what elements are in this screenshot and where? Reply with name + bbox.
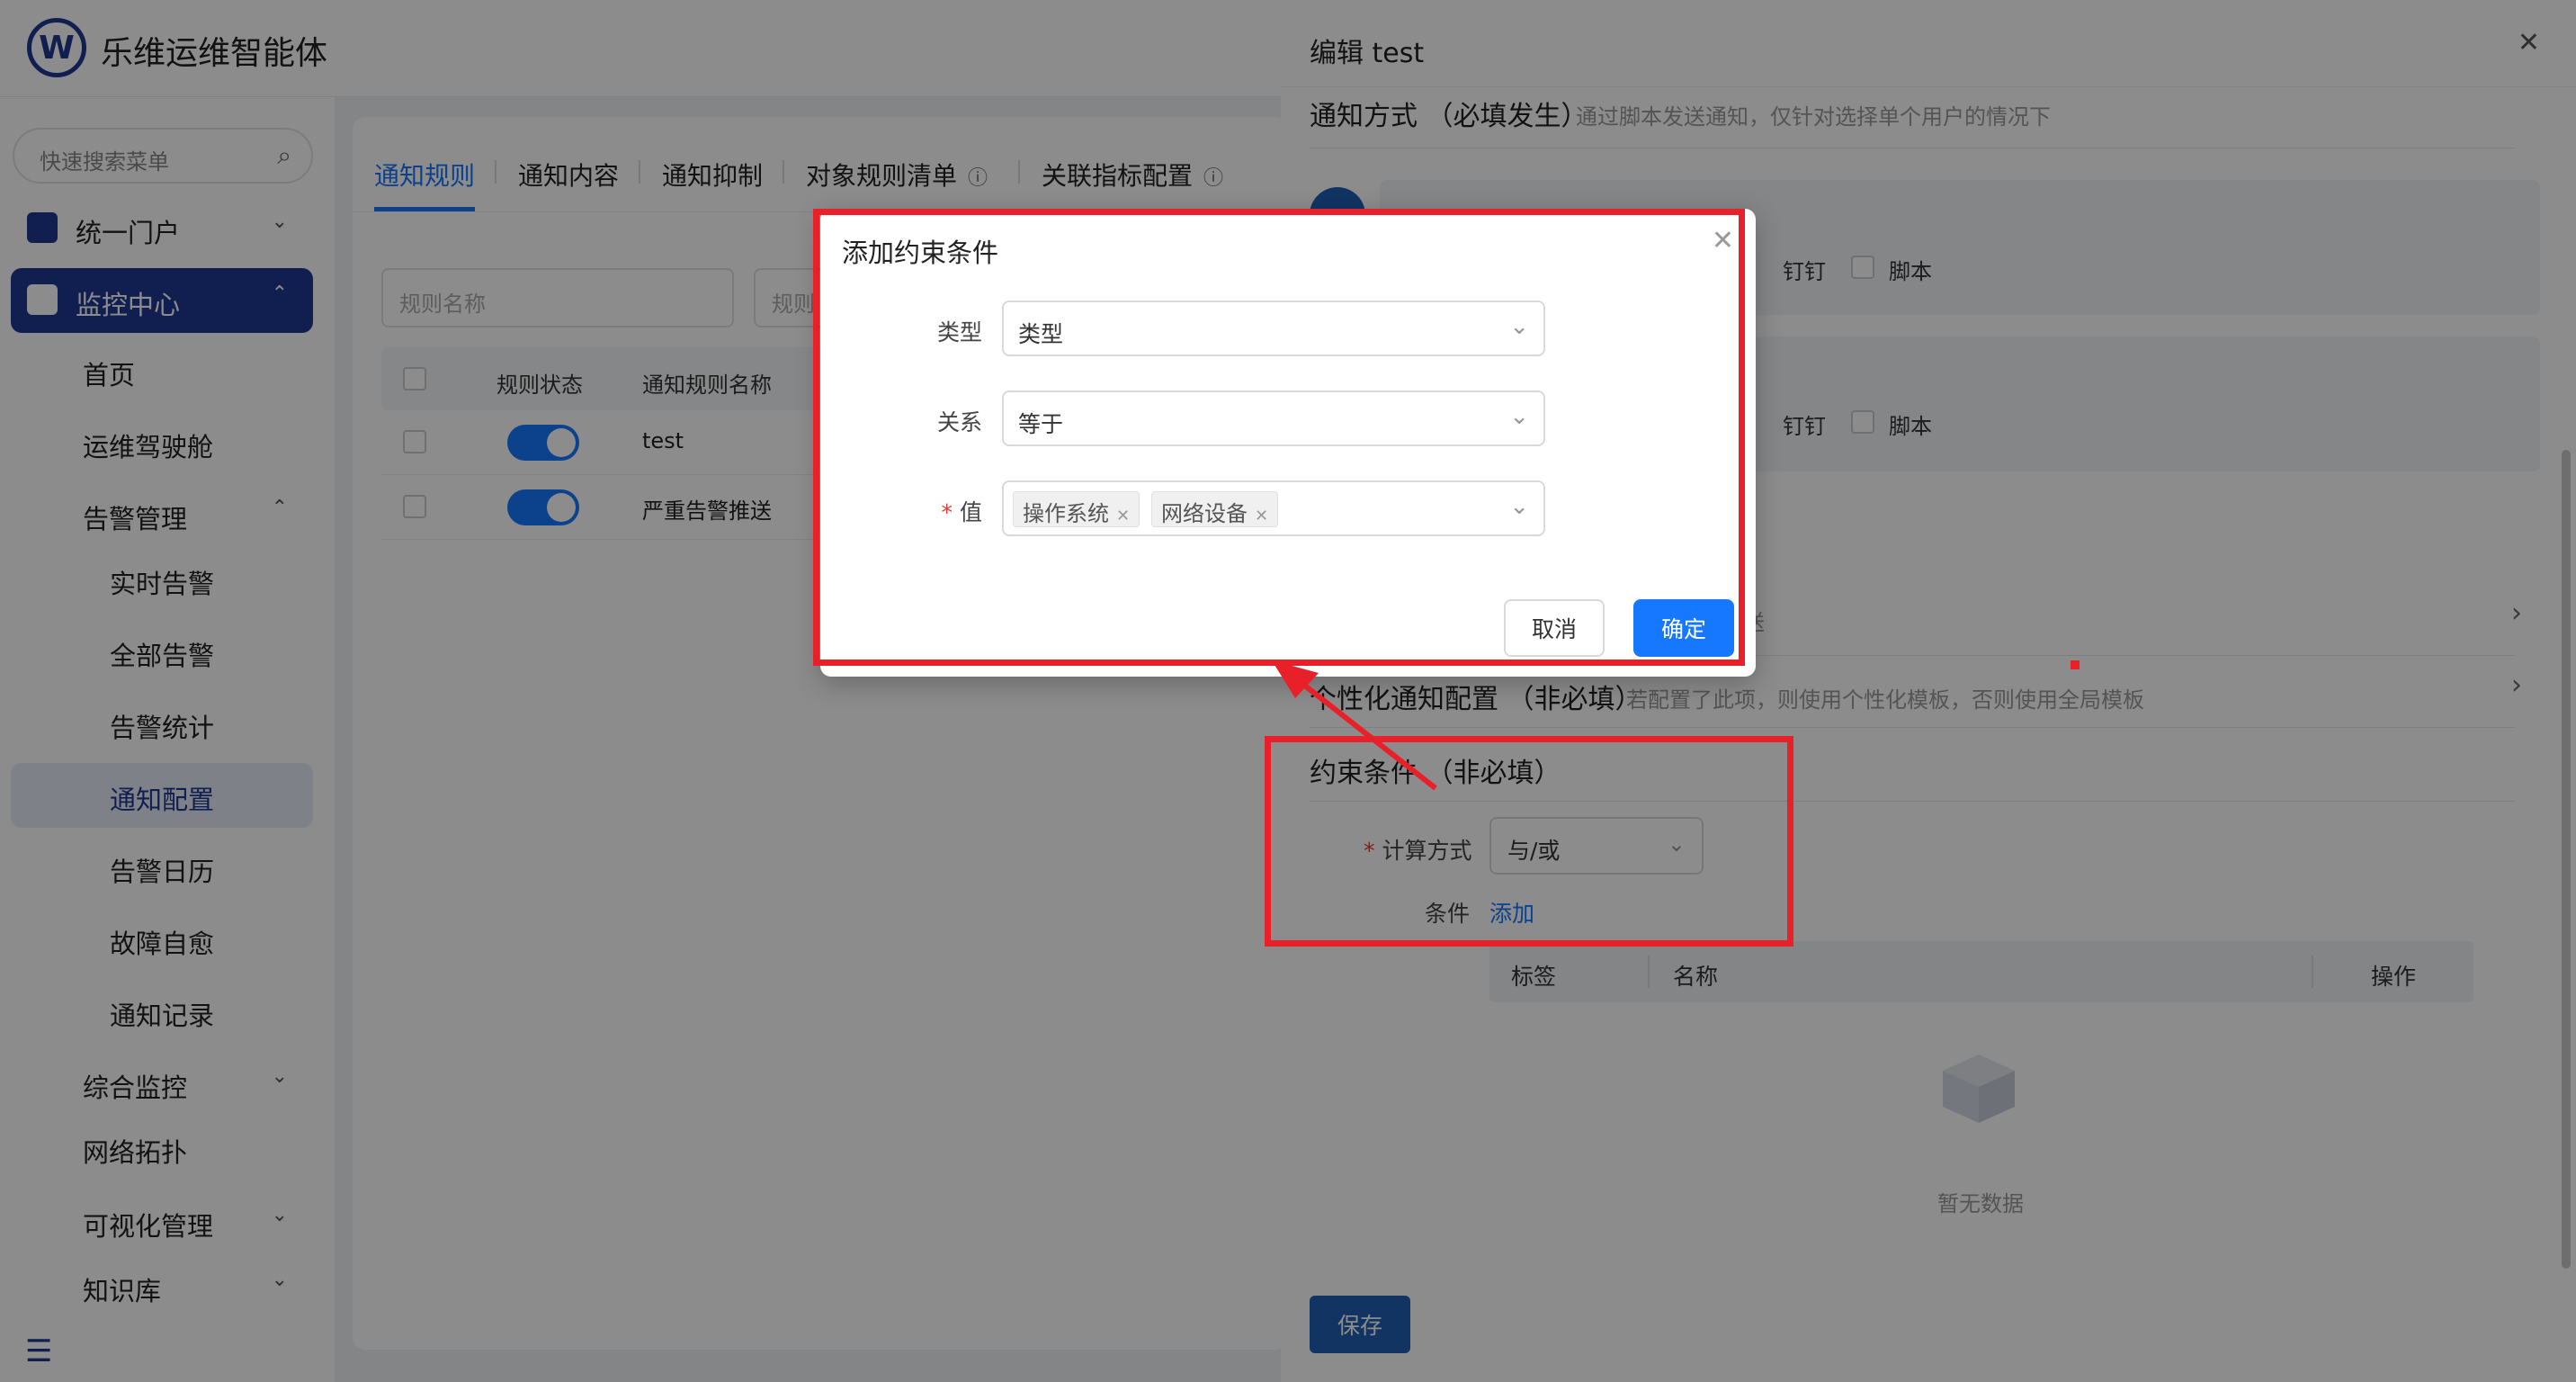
annotation-box-modal (813, 209, 1745, 666)
annotation-arrow-icon (1272, 660, 1437, 791)
annotation-dot (2071, 660, 2080, 669)
